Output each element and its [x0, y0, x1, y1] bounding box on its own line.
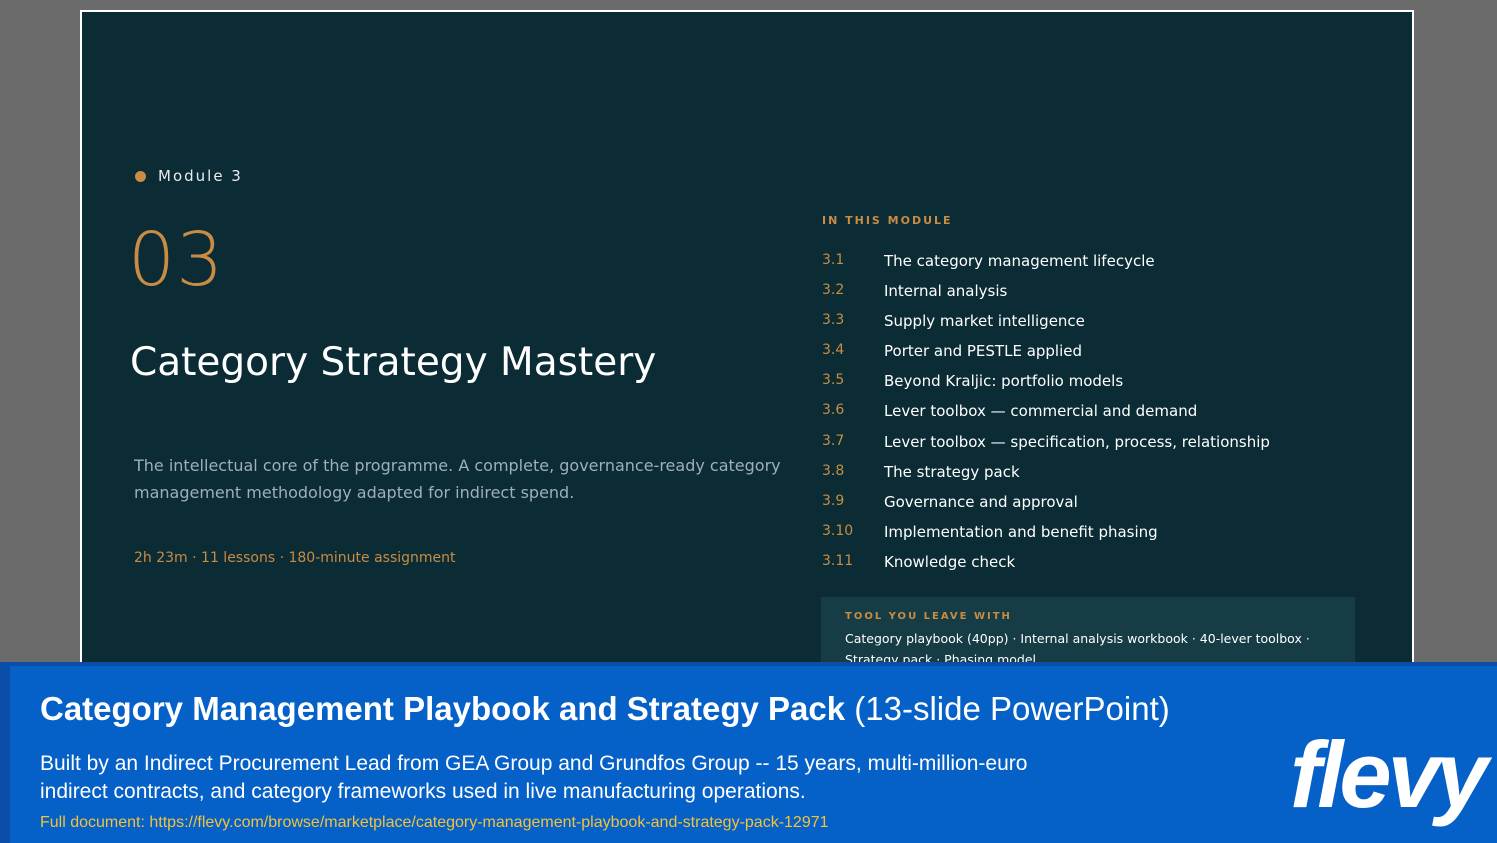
- lesson-item: 3.9 Governance and approval: [822, 493, 1382, 523]
- tool-heading: TOOL YOU LEAVE WITH: [845, 611, 1012, 622]
- lesson-item: 3.4 Porter and PESTLE applied: [822, 342, 1382, 372]
- lesson-number: 3.11: [822, 552, 854, 569]
- lesson-number: 3.4: [822, 342, 845, 359]
- lesson-title: Lever toolbox — commercial and demand: [884, 402, 1198, 421]
- tool-box: TOOL YOU LEAVE WITH Category playbook (4…: [821, 597, 1355, 668]
- lesson-item: 3.7 Lever toolbox — specification, proces…: [822, 433, 1382, 463]
- in-module-heading: IN THIS MODULE: [822, 214, 953, 227]
- lesson-number: 3.10: [822, 522, 854, 539]
- lesson-number: 3.3: [822, 312, 845, 329]
- lesson-title: The category management lifecycle: [884, 252, 1155, 270]
- document-link[interactable]: Full document: https://flevy.com/browse/…: [40, 814, 829, 832]
- module-description: The intellectual core of the programme. …: [134, 456, 781, 502]
- lesson-list: 3.1 The category management lifecycle 3.2…: [822, 252, 1382, 583]
- slide: Module 3 03 Category Strategy Mastery Th…: [80, 10, 1414, 670]
- lesson-title: The strategy pack: [884, 462, 1020, 481]
- banner-title: Category Management Playbook and Strateg…: [40, 690, 1170, 728]
- module-number: 03: [128, 217, 225, 303]
- module-meta: 2h 23m · 11 lessons · 180-minute assignm…: [134, 550, 456, 566]
- lesson-number: 3.9: [822, 492, 845, 509]
- lesson-number: 3.7: [822, 432, 845, 449]
- banner-description: Built by an Indirect Procurement Lead fr…: [40, 752, 1028, 803]
- lesson-item: 3.8 The strategy pack: [822, 463, 1382, 493]
- lesson-number: 3.8: [822, 462, 845, 479]
- flevy-logo[interactable]: flevy: [1290, 728, 1488, 822]
- lesson-number: 3.6: [822, 402, 845, 419]
- lesson-title: Knowledge check: [884, 552, 1016, 571]
- lesson-item: 3.2 Internal analysis: [822, 282, 1382, 312]
- banner-title-bold: Category Management Playbook and Strateg…: [40, 690, 846, 727]
- bullet-dot-icon: [135, 170, 146, 182]
- lesson-title: Supply market intelligence: [884, 312, 1085, 331]
- lesson-number: 3.2: [822, 282, 845, 299]
- lesson-title: Governance and approval: [884, 492, 1078, 511]
- lesson-item: 3.11 Knowledge check: [822, 553, 1382, 583]
- module-tag: Module 3: [135, 167, 243, 185]
- lesson-number: 3.5: [822, 372, 845, 389]
- banner-title-light: (13-slide PowerPoint): [854, 690, 1170, 727]
- lesson-item: 3.1 The category management lifecycle: [822, 252, 1382, 282]
- lesson-title: Implementation and benefit phasing: [884, 522, 1158, 541]
- lesson-item: 3.6 Lever toolbox — commercial and demand: [822, 402, 1382, 432]
- module-title: Category Strategy Mastery: [130, 340, 657, 385]
- promo-banner: Category Management Playbook and Strateg…: [0, 662, 1497, 843]
- lesson-title: Internal analysis: [884, 282, 1008, 301]
- lesson-item: 3.10 Implementation and benefit phasing: [822, 523, 1382, 553]
- lesson-item: 3.5 Beyond Kraljic: portfolio models: [822, 372, 1382, 402]
- lesson-title: Beyond Kraljic: portfolio models: [884, 372, 1124, 391]
- lesson-item: 3.3 Supply market intelligence: [822, 312, 1382, 342]
- module-label: Module 3: [158, 167, 243, 185]
- lesson-number: 3.1: [822, 252, 845, 268]
- lesson-title: Porter and PESTLE applied: [884, 342, 1083, 361]
- lesson-title: Lever toolbox — specification, process, …: [884, 432, 1270, 451]
